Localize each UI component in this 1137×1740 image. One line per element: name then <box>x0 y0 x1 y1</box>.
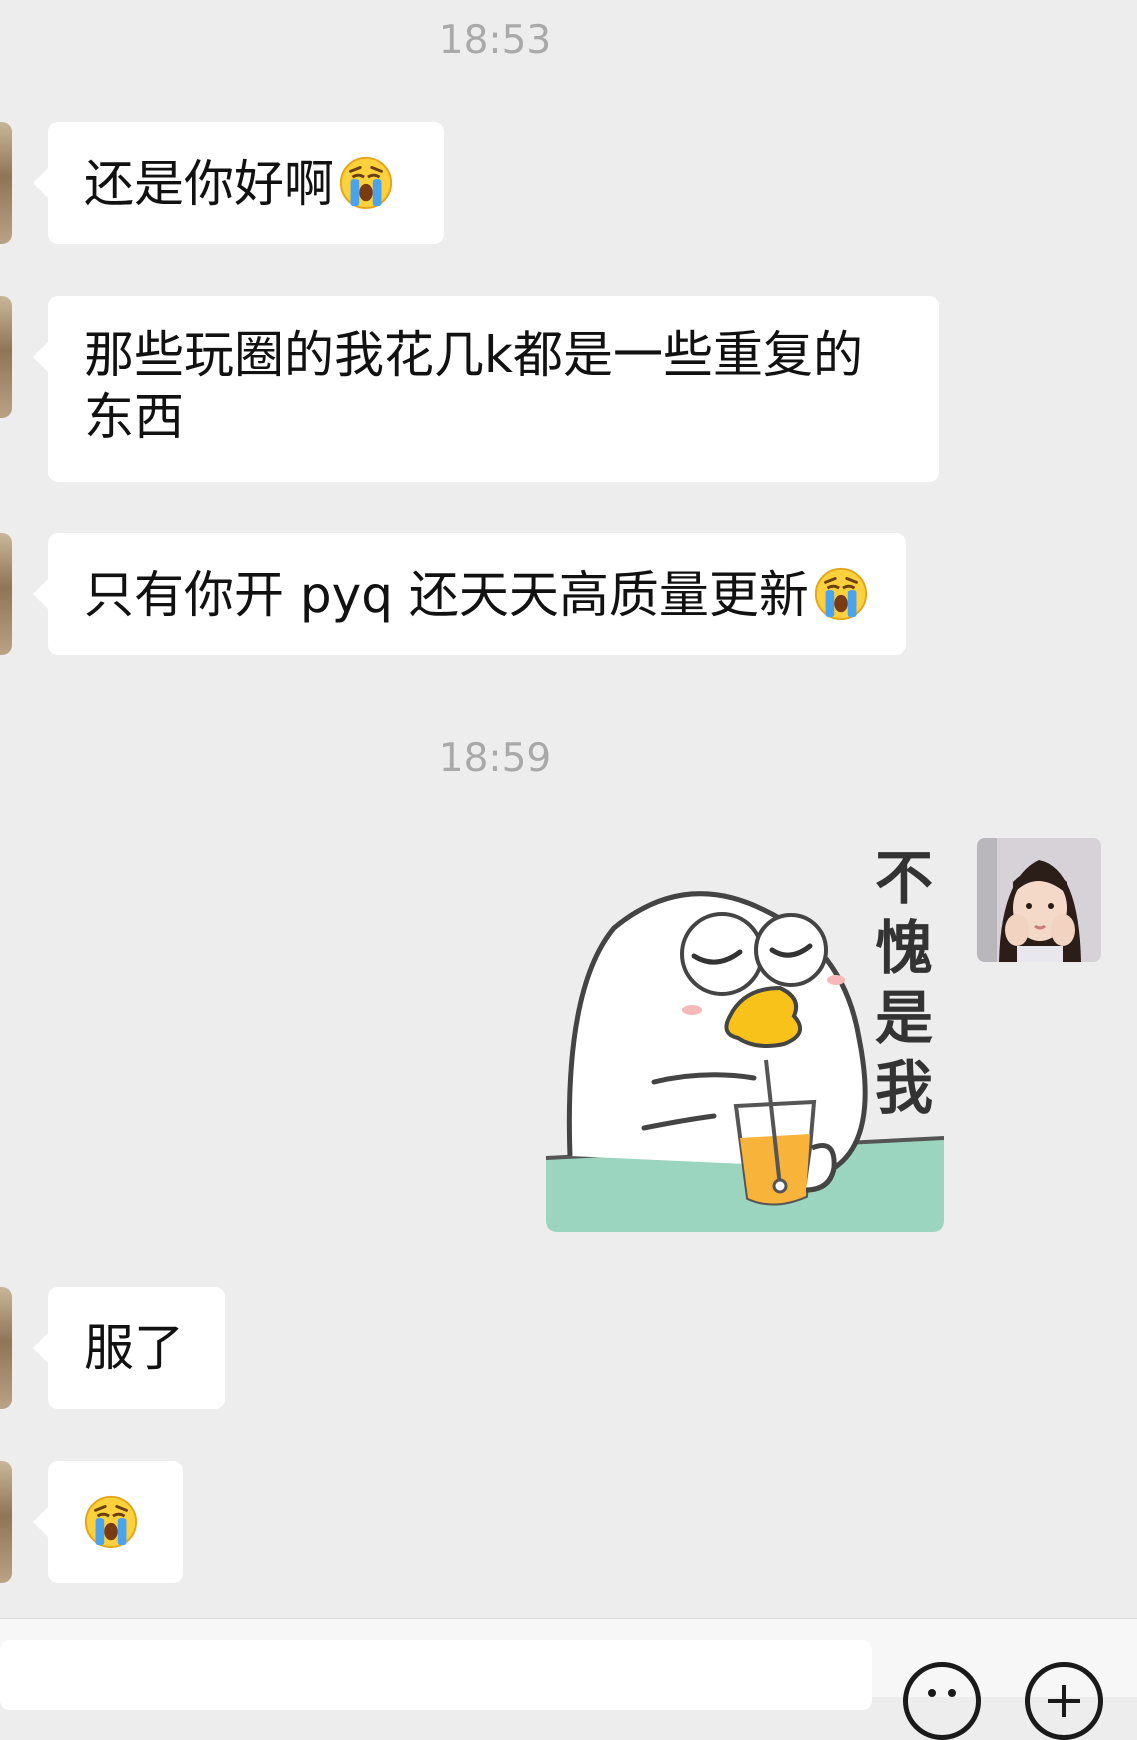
crying-emoji-icon <box>84 1495 138 1549</box>
smile-icon[interactable] <box>903 1662 981 1740</box>
contact-avatar[interactable] <box>0 296 12 418</box>
sticker-char: 我 <box>875 1054 933 1122</box>
message-bubble[interactable]: 只有你开 pyq 还天天高质量更新 <box>33 533 906 655</box>
message-text: 那些玩圈的我花几k都是一些重复的 东西 <box>84 326 863 446</box>
message-bubble[interactable]: 那些玩圈的我花几k都是一些重复的 东西 <box>33 296 939 482</box>
duck-sticker[interactable]: 不 愧 是 我 <box>544 838 944 1234</box>
sticker-char: 是 <box>875 984 933 1052</box>
timestamp: 18:53 <box>438 18 552 63</box>
sticker-char: 愧 <box>875 914 933 982</box>
user-avatar[interactable] <box>977 838 1101 962</box>
message-bubble[interactable] <box>33 1461 183 1583</box>
message-text: 只有你开 pyq 还天天高质量更新 <box>84 566 809 624</box>
message-bubble[interactable]: 服了 <box>33 1287 225 1409</box>
contact-avatar[interactable] <box>0 1287 12 1409</box>
contact-avatar[interactable] <box>0 122 12 244</box>
crying-emoji-icon <box>339 156 393 210</box>
message-bubble[interactable]: 还是你好啊 <box>33 122 444 244</box>
user-avatar-photo <box>977 838 1101 962</box>
plus-icon[interactable] <box>1025 1662 1103 1740</box>
contact-avatar[interactable] <box>0 1461 12 1583</box>
sticker-char: 不 <box>875 844 933 912</box>
contact-avatar[interactable] <box>0 533 12 655</box>
crying-emoji-icon <box>814 567 867 621</box>
timestamp: 18:59 <box>438 736 552 781</box>
message-input[interactable] <box>0 1640 872 1710</box>
message-text: 服了 <box>84 1319 184 1377</box>
message-text: 还是你好啊 <box>84 155 334 213</box>
